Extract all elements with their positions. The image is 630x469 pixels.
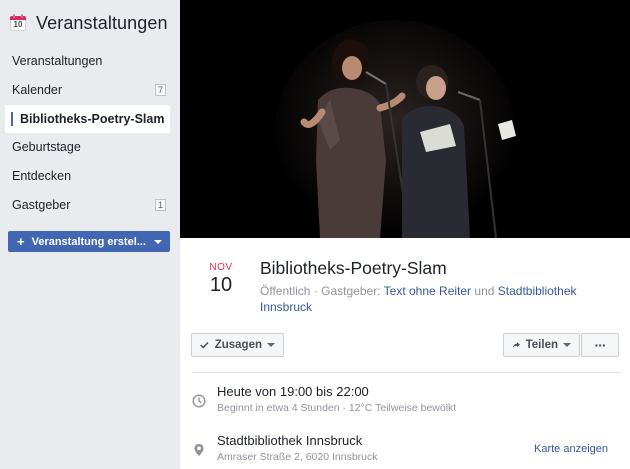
map-pin-icon xyxy=(194,444,204,456)
going-label: Zusagen xyxy=(214,339,262,351)
create-event-label: Veranstaltung erstel... xyxy=(31,235,146,248)
share-button[interactable]: Teilen xyxy=(503,333,580,357)
event-cover-photo[interactable] xyxy=(180,0,630,238)
chevron-down-icon[interactable] xyxy=(154,240,162,244)
sidebar-item-current-event[interactable]: Bibliotheks-Poetry-Slam xyxy=(5,104,170,133)
divider xyxy=(192,372,620,373)
event-card: NOV 10 Bibliotheks-Poetry-Slam Öffentlic… xyxy=(180,0,630,469)
event-location-address: Amraser Straße 2, 6020 Innsbruck xyxy=(217,451,378,463)
count-badge: 7 xyxy=(154,83,166,96)
sidebar-nav: Veranstaltungen Kalender 7 Bibliotheks-P… xyxy=(0,47,180,220)
host-joiner: und xyxy=(474,284,495,298)
sidebar-item-birthdays[interactable]: Geburtstage xyxy=(0,133,180,161)
event-time-sub: Beginnt in etwa 4 Stunden · 12°C Teilwei… xyxy=(217,402,457,414)
count-badge: 1 xyxy=(154,198,166,211)
sidebar-item-label: Entdecken xyxy=(12,169,72,184)
event-day: 10 xyxy=(209,274,233,296)
chevron-down-icon xyxy=(267,343,275,347)
host-prefix: Gastgeber: xyxy=(321,284,381,298)
share-arrow-icon xyxy=(512,342,520,348)
chevron-down-icon xyxy=(563,343,571,347)
events-sidebar: 10 Veranstaltungen Veranstaltungen Kalen… xyxy=(0,0,180,469)
plus-icon: + xyxy=(17,234,25,249)
event-title: Bibliotheks-Poetry-Slam xyxy=(260,258,447,278)
host-link-1[interactable]: Text ohne Reiter xyxy=(384,284,471,298)
sidebar-item-label: Kalender xyxy=(12,82,63,97)
event-privacy: Öffentlich xyxy=(260,284,311,298)
sidebar-item-label: Gastgeber xyxy=(12,197,71,212)
more-options-button[interactable]: ··· xyxy=(581,333,619,357)
event-date: NOV 10 xyxy=(206,262,236,297)
create-event-button[interactable]: + Veranstaltung erstel... xyxy=(8,231,170,252)
calendar-icon: 10 xyxy=(10,14,26,31)
sidebar-item-events[interactable]: Veranstaltungen xyxy=(0,47,180,75)
event-time: Heute von 19:00 bis 22:00 xyxy=(217,384,369,399)
cover-image xyxy=(180,0,630,238)
event-month: NOV xyxy=(209,262,233,273)
event-location-name[interactable]: Stadtbibliothek Innsbruck xyxy=(217,433,362,448)
show-map-link[interactable]: Karte anzeigen xyxy=(534,443,608,455)
event-meta: Öffentlich · Gastgeber: Text ohne Reiter… xyxy=(260,284,577,314)
sidebar-item-label: Geburtstage xyxy=(12,140,81,155)
sidebar-item-discover[interactable]: Entdecken xyxy=(0,162,180,190)
sidebar-item-label: Bibliotheks-Poetry-Slam xyxy=(20,111,165,126)
share-label: Teilen xyxy=(525,339,558,351)
going-button[interactable]: Zusagen xyxy=(191,333,284,357)
sidebar-title: Veranstaltungen xyxy=(36,12,168,33)
clock-icon xyxy=(192,394,206,408)
sidebar-item-hosting[interactable]: Gastgeber 1 xyxy=(0,191,180,219)
sidebar-item-calendar[interactable]: Kalender 7 xyxy=(0,76,180,104)
sidebar-item-label: Veranstaltungen xyxy=(12,54,103,68)
sidebar-header[interactable]: 10 Veranstaltungen xyxy=(10,10,168,36)
checkmark-icon xyxy=(200,341,209,349)
more-dots-icon: ··· xyxy=(594,337,607,353)
